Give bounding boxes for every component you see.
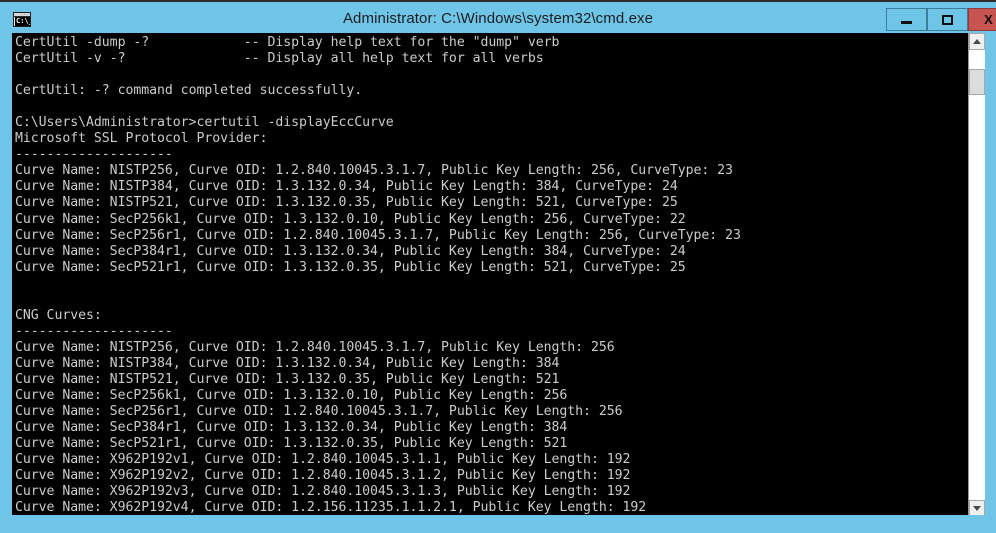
minimize-icon [887, 9, 926, 30]
maximize-button[interactable] [927, 8, 968, 31]
window-bottom-border [0, 515, 996, 533]
scroll-up-arrow-icon[interactable] [969, 33, 985, 50]
close-button[interactable]: X [968, 8, 996, 31]
console-output-area[interactable]: CertUtil -dump -? -- Display help text f… [12, 33, 984, 517]
vertical-scrollbar[interactable] [968, 33, 985, 517]
scrollbar-track[interactable] [969, 50, 985, 500]
title-bar[interactable]: ··· C:\_ Administrator: C:\Windows\syste… [0, 4, 996, 33]
minimize-button[interactable] [886, 8, 927, 31]
window-title: Administrator: C:\Windows\system32\cmd.e… [342, 10, 654, 27]
scrollbar-thumb[interactable] [969, 69, 985, 95]
maximize-icon [928, 9, 967, 30]
console-window: ··· C:\_ Administrator: C:\Windows\syste… [0, 0, 996, 533]
close-icon: X [984, 12, 993, 27]
console-text: CertUtil -dump -? -- Display help text f… [15, 35, 741, 517]
